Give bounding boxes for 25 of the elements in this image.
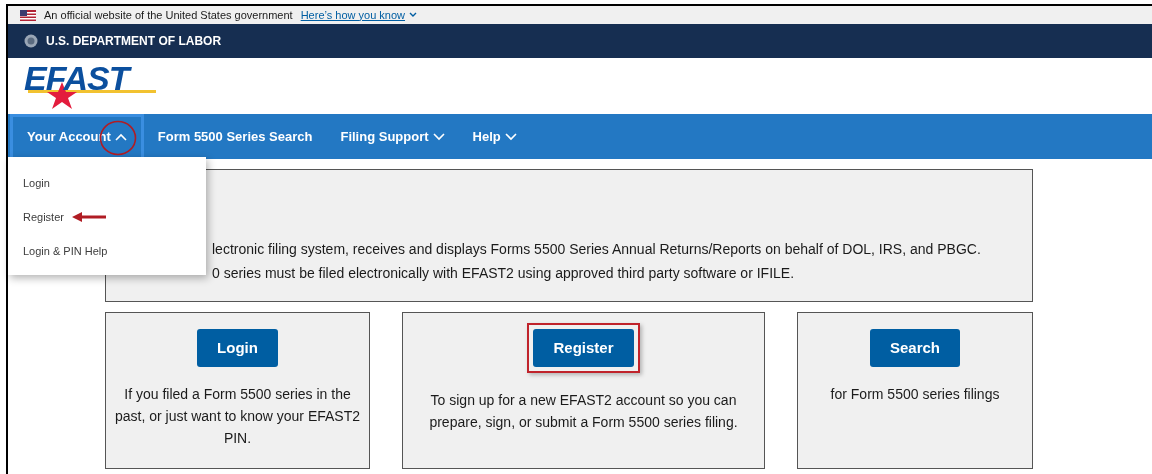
- nav-item[interactable]: Filing Support: [326, 114, 459, 159]
- agency-name: U.S. DEPARTMENT OF LABOR: [46, 33, 222, 50]
- intro-text: lectronic filing system, receives and displays Forms 5500 Series Annual Returns/Reports on behalf of DOL, IRS, and PBGC.: [212, 240, 982, 259]
- card-text: for Form 5500 series filings: [830, 385, 1000, 404]
- chevron-down-icon: [432, 132, 445, 141]
- card-text: If you filed a Form 5500 series in the past, or just want to know your EFAST2 PIN.: [114, 385, 361, 448]
- seal-icon: [24, 34, 38, 48]
- nav-item[interactable]: Form 5500 Series Search: [143, 114, 327, 159]
- chevron-down-icon: [504, 132, 517, 141]
- intro-text: 0 series must be filed electronically with EFAST2 using approved third party software or IFILE.: [212, 264, 796, 283]
- card-text: To sign up for a new EFAST2 account so you can prepare, sign, or submit a Form 5500 series filing.: [428, 391, 739, 432]
- action-button[interactable]: Search: [869, 329, 960, 367]
- efast-logo[interactable]: EFAST: [24, 62, 160, 114]
- menu-item[interactable]: Login & PIN Help: [23, 242, 108, 260]
- menu-item[interactable]: Register: [23, 208, 64, 226]
- flag-icon: [20, 9, 36, 21]
- arrow-icon: [71, 212, 106, 222]
- chevron-up-icon: [114, 132, 127, 141]
- chevron-down-icon: [409, 12, 418, 18]
- action-button[interactable]: Login: [197, 329, 278, 367]
- banner-text: An official website of the United States government: [44, 7, 293, 23]
- menu-item[interactable]: Login: [23, 174, 50, 192]
- nav-item[interactable]: Help: [458, 114, 531, 159]
- action-button[interactable]: Register: [533, 329, 634, 367]
- banner-link[interactable]: Here’s how you know: [300, 6, 418, 24]
